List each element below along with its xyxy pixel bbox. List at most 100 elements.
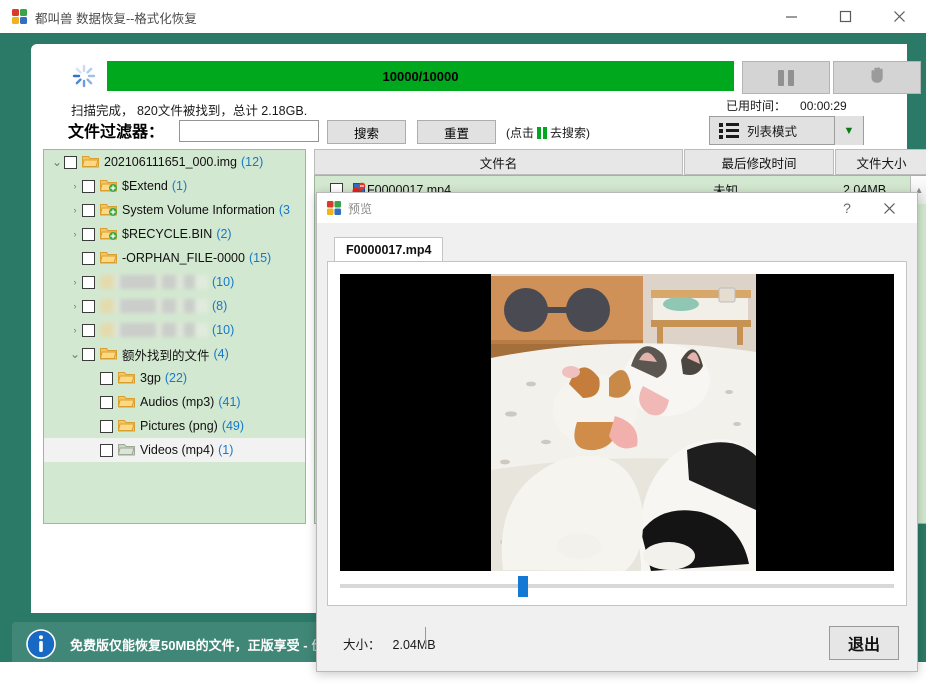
preview-size-label: 大小： [343,638,381,652]
search-hint: (点击 去搜索) [506,124,590,141]
tree-item-checkbox[interactable] [82,227,95,241]
window-titlebar: 都叫兽 数据恢复--格式化恢复 [0,0,926,34]
tree-item-label: Pictures (png) [140,419,218,433]
tree-item-checkbox[interactable] [82,347,95,361]
preview-size-value: 2.04MB [392,638,436,652]
tree-item-label: 额外找到的文件 [122,348,210,363]
window-minimize-button[interactable] [768,0,814,32]
tree-item-checkbox[interactable] [100,419,113,433]
loading-spinner-icon [71,63,97,89]
seek-knob[interactable] [517,576,528,597]
video-frame [491,274,756,571]
search-hint-prefix: (点击 [506,126,534,140]
preview-dialog-titlebar: 预览 ? [317,193,917,223]
column-header-filename[interactable]: 文件名 [314,149,683,175]
tree-item-label: Videos (mp4) [140,443,215,457]
tree-item-count: (22) [164,371,188,385]
elapsed-label: 已用时间： [726,99,787,113]
tree-item[interactable]: ⌄ 202106111651_000.img (12) [44,150,305,174]
app-puzzle-icon [326,200,342,216]
window-close-button[interactable] [876,0,922,32]
tree-item-checkbox[interactable] [64,155,77,169]
redacted-folder-name [100,299,208,313]
tree-item-count: (8) [212,299,228,313]
list-view-icon [719,122,739,139]
tree-item[interactable]: Audios (mp3) (41) [44,390,305,414]
scan-progress-text: 10000/10000 [382,68,459,84]
tree-item[interactable]: › (10) [44,318,305,342]
tree-item-checkbox[interactable] [100,395,113,409]
folder-plus-icon [99,178,117,195]
elapsed-time: 已用时间： 00:00:29 [726,97,847,114]
help-icon[interactable]: ? [833,197,861,219]
folder-tree[interactable]: ⌄ 202106111651_000.img (12) › $Extend (1) › Sys… [43,149,306,524]
preview-dialog-title: 预览 [348,202,373,216]
view-mode-label: 列表模式 [747,125,798,139]
chevron-down-icon[interactable]: ▼ [834,116,863,145]
app-puzzle-icon [11,8,28,25]
pause-scan-button[interactable] [742,61,830,94]
video-preview[interactable] [340,274,894,571]
tree-item[interactable]: 3gp (22) [44,366,305,390]
chevron-down-icon[interactable]: ⌄ [50,155,64,169]
tree-item-checkbox[interactable] [82,323,95,337]
license-banner-text: 免费版仅能恢复50MB的文件，正版享受 - 价 [70,635,324,654]
tree-item-count: (15) [248,251,272,265]
elapsed-value: 00:00:29 [800,99,847,113]
tree-item-label: $Extend [122,179,168,193]
tree-item-count: (2) [216,227,232,241]
window-title: 都叫兽 数据恢复--格式化恢复 [35,12,197,26]
chevron-down-icon[interactable]: ⌄ [68,347,82,361]
tree-item-checkbox[interactable] [82,275,95,289]
preview-tab[interactable]: F0000017.mp4 [334,237,444,262]
tree-item[interactable]: › (8) [44,294,305,318]
tree-item-checkbox[interactable] [82,179,95,193]
stop-scan-button[interactable] [833,61,921,94]
search-hint-suffix: 去搜索) [550,126,590,140]
tree-item-checkbox[interactable] [82,251,95,265]
exit-button[interactable]: 退出 [829,626,899,660]
chevron-right-icon[interactable]: › [68,301,82,311]
folder-open-icon [99,346,117,363]
tree-item-count: (49) [221,419,245,433]
tree-item-checkbox[interactable] [100,371,113,385]
tree-item[interactable]: › $Extend (1) [44,174,305,198]
text-caret [425,627,426,647]
tree-item-checkbox[interactable] [82,299,95,313]
tree-item[interactable]: Pictures (png) (49) [44,414,305,438]
chevron-right-icon[interactable]: › [68,325,82,335]
tree-item[interactable]: Videos (mp4) (1) [44,438,305,462]
folder-open-icon [99,250,117,267]
tree-item-checkbox[interactable] [82,203,95,217]
tree-item[interactable]: -ORPHAN_FILE-0000 (15) [44,246,305,270]
file-filter-input[interactable] [179,120,319,142]
tree-item-count: (1) [218,443,234,457]
pause-icon [778,69,794,86]
app-root: 都叫兽 数据恢复--格式化恢复 10000/10000 已用时间： 00:00:… [0,0,926,695]
chevron-right-icon[interactable]: › [68,277,82,287]
tree-item-checkbox[interactable] [100,443,113,457]
tree-item-count: (1) [171,179,188,193]
window-maximize-button[interactable] [822,0,868,32]
reset-button[interactable]: 重置 [417,120,496,144]
tree-item[interactable]: › (10) [44,270,305,294]
column-header-modified[interactable]: 最后修改时间 [684,149,834,175]
column-header-size[interactable]: 文件大小 [835,149,926,175]
chevron-right-icon[interactable]: › [68,229,82,239]
tree-item-count: (4) [213,347,229,361]
chevron-right-icon[interactable]: › [68,205,82,215]
close-icon[interactable] [875,197,903,219]
video-seek-slider[interactable] [340,576,894,597]
tree-item-label: $RECYCLE.BIN [122,227,213,241]
folder-open-icon [117,394,135,411]
folder-grey-icon [117,442,135,459]
tree-item[interactable]: › $RECYCLE.BIN (2) [44,222,305,246]
tree-item-label: 202106111651_000.img [104,155,237,169]
view-mode-dropdown[interactable]: 列表模式 ▼ [709,116,864,145]
chevron-right-icon[interactable]: › [68,181,82,191]
tree-item[interactable]: ⌄ 额外找到的文件 (4) [44,342,305,366]
folder-open-icon [81,154,99,171]
tree-item-count: (12) [241,155,264,169]
search-button[interactable]: 搜索 [327,120,406,144]
tree-item[interactable]: › System Volume Information (3 [44,198,305,222]
